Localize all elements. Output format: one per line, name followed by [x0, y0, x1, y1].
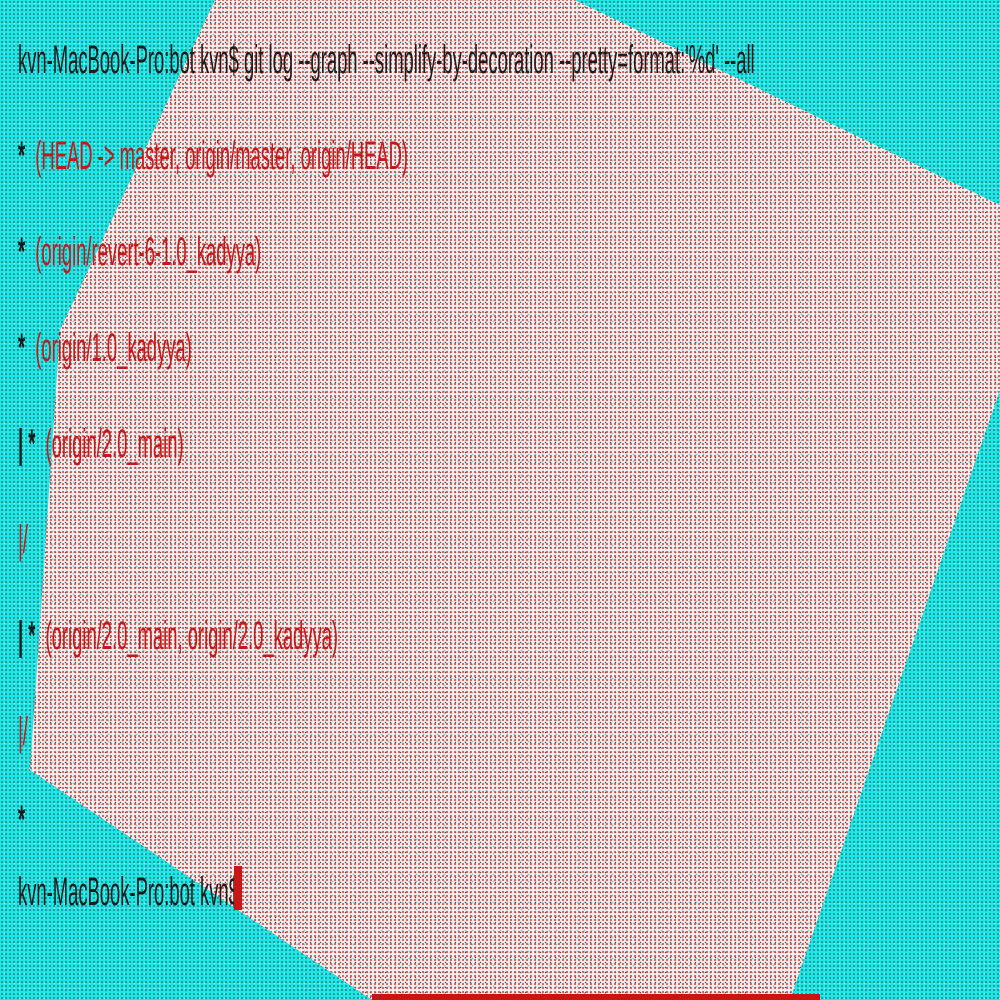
graph-prefix: |/	[18, 518, 28, 562]
graph-line: |/	[18, 520, 28, 560]
graph-line: * (HEAD -> master, origin/master, origin/…	[18, 136, 408, 176]
prompt: kvn-MacBook-Pro:bot kvn$	[18, 870, 239, 914]
graph-refs: (HEAD -> master, origin/master, origin/H…	[35, 134, 408, 178]
graph-line: |/	[18, 712, 28, 752]
command-line: kvn-MacBook-Pro:bot kvn$ git log --graph…	[18, 40, 755, 80]
graph-refs: (origin/2.0_main)	[45, 422, 184, 466]
prompt: kvn-MacBook-Pro:bot kvn$	[18, 38, 239, 82]
graph-prefix: *	[18, 798, 26, 842]
graph-line: | * (origin/2.0_main, origin/2.0_kadyya)	[18, 616, 338, 656]
command-text: git log --graph --simplify-by-decoration…	[244, 38, 755, 82]
graph-prefix: | *	[18, 614, 36, 658]
graph-prefix: *	[18, 326, 26, 370]
text-cursor	[234, 866, 242, 910]
graph-refs: (origin/2.0_main, origin/2.0_kadyya)	[45, 614, 339, 658]
graph-line: *	[18, 800, 35, 840]
graph-refs: (origin/1.0_kadyya)	[35, 326, 192, 370]
terminal-window[interactable]: kvn-MacBook-Pro:bot kvn$ git log --graph…	[0, 0, 1000, 1000]
graph-line: * (origin/1.0_kadyya)	[18, 328, 192, 368]
graph-prefix: *	[18, 230, 26, 274]
graph-refs: (origin/revert-6-1.0_kadyya)	[35, 230, 262, 274]
graph-line: * (origin/revert-6-1.0_kadyya)	[18, 232, 261, 272]
final-prompt-line: kvn-MacBook-Pro:bot kvn$	[18, 872, 239, 912]
graph-line: | * (origin/2.0_main)	[18, 424, 184, 464]
graph-prefix: *	[18, 134, 26, 178]
graph-prefix: | *	[18, 422, 36, 466]
graph-prefix: |/	[18, 710, 28, 754]
